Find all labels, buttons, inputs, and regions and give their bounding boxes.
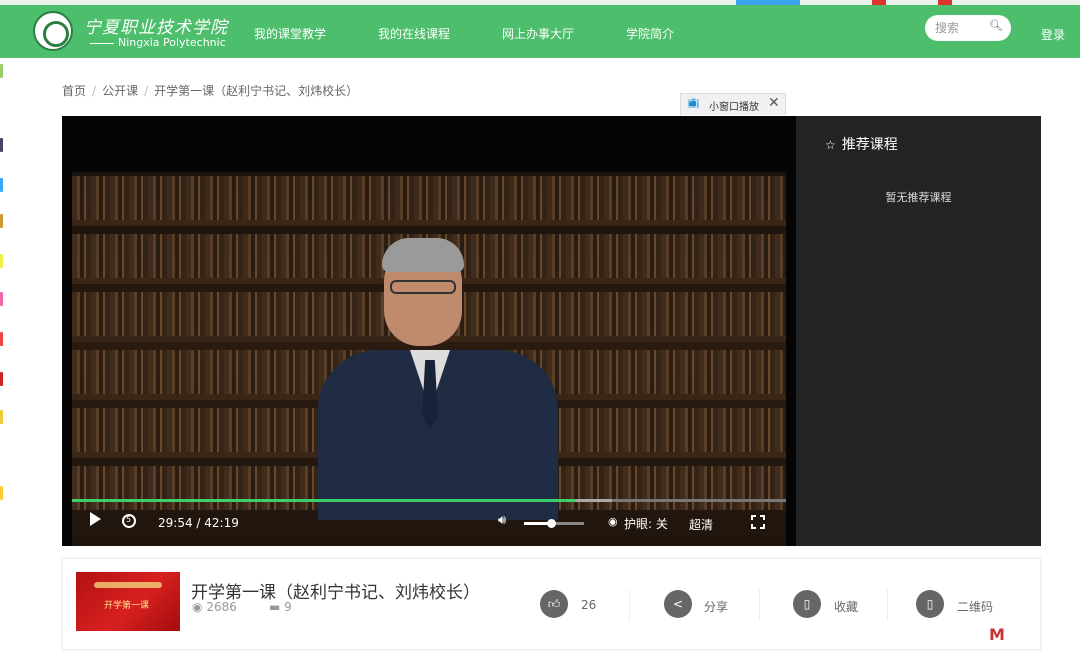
video-frame[interactable]: [72, 172, 786, 546]
like-button[interactable]: 👍︎: [540, 590, 568, 618]
breadcrumb-separator: /: [144, 84, 149, 98]
eye-icon[interactable]: ◉: [608, 515, 618, 528]
share-label[interactable]: 分享: [704, 598, 728, 615]
brand-logo-icon: M: [989, 625, 1005, 644]
breadcrumb-separator: /: [92, 84, 97, 98]
comment-count-value: 9: [284, 600, 292, 614]
eye-icon: ◉: [192, 600, 203, 614]
eye-protection-toggle[interactable]: 护眼: 关: [624, 515, 668, 532]
recommended-empty-text: 暂无推荐课程: [885, 191, 952, 204]
qrcode-label[interactable]: 二维码: [957, 598, 993, 615]
search-box: 🔍︎: [925, 15, 1011, 41]
recommended-courses-panel: ☆ 推荐课程 暂无推荐课程: [796, 116, 1041, 546]
progress-played: [72, 499, 577, 502]
tv-icon: 📺︎: [687, 98, 700, 109]
fullscreen-icon[interactable]: [751, 515, 765, 529]
thumbnail-caption: 开学第一课: [104, 601, 150, 611]
nav-item-classroom[interactable]: 我的课堂教学: [254, 25, 326, 42]
divider: [759, 589, 760, 621]
favorite-label[interactable]: 收藏: [834, 598, 858, 615]
search-icon[interactable]: 🔍︎: [989, 19, 1003, 32]
left-edge-decoration: [0, 58, 3, 652]
play-icon[interactable]: [90, 512, 101, 526]
breadcrumb-section[interactable]: 公开课: [102, 84, 138, 98]
qrcode-button[interactable]: ▯: [916, 590, 944, 618]
volume-knob[interactable]: [547, 519, 556, 528]
browser-tab-strip: [0, 0, 1080, 5]
rewind-icon[interactable]: [122, 514, 136, 528]
course-thumbnail[interactable]: 开学第一课: [76, 572, 180, 631]
search-input[interactable]: [935, 19, 985, 37]
like-count: 26: [581, 598, 597, 612]
progress-bar[interactable]: [72, 499, 786, 502]
course-info-bar: 开学第一课 开学第一课（赵利宁书记、刘炜校长） ◉ 2686 ▬ 9 👍︎ 26…: [62, 558, 1041, 650]
volume-slider[interactable]: [524, 519, 584, 528]
share-button[interactable]: <: [664, 590, 692, 618]
nav-item-about[interactable]: 学院简介: [626, 25, 674, 42]
login-link[interactable]: 登录: [1041, 26, 1065, 43]
divider: [629, 589, 630, 621]
quality-selector[interactable]: 超清: [689, 516, 713, 533]
recommended-title-text: 推荐课程: [841, 137, 898, 153]
volume-icon[interactable]: 🔊︎: [498, 513, 506, 528]
time-display: 29:54 / 42:19: [158, 516, 239, 530]
close-icon[interactable]: ✕: [768, 95, 780, 111]
nav-item-service-hall[interactable]: 网上办事大厅: [502, 25, 574, 42]
comment-icon: ▬: [269, 600, 281, 614]
favorite-button[interactable]: ▯: [793, 590, 821, 618]
breadcrumb-current: 开学第一课（赵利宁书记、刘炜校长）: [154, 84, 359, 98]
speaker-figure: [318, 238, 558, 520]
video-player[interactable]: 29:54 / 42:19 🔊︎ ◉ 护眼: 关 超清: [62, 116, 796, 546]
view-count-value: 2686: [206, 600, 237, 614]
star-icon: ☆: [825, 138, 836, 152]
comment-count: ▬ 9: [269, 600, 292, 614]
school-logo[interactable]: [33, 11, 73, 51]
recommended-title: ☆ 推荐课程: [825, 134, 898, 154]
mini-window-toggle[interactable]: 📺︎ 小窗口播放 ✕: [680, 93, 786, 115]
school-name-en: Ningxia Polytechnic: [90, 36, 226, 49]
view-count: ◉ 2686: [192, 600, 237, 614]
mini-window-label: 小窗口播放: [709, 102, 759, 113]
breadcrumb-home[interactable]: 首页: [62, 84, 86, 98]
school-name-cn: 宁夏职业技术学院: [84, 18, 228, 38]
top-navigation-bar: 宁夏职业技术学院 Ningxia Polytechnic 我的课堂教学 我的在线…: [0, 0, 1080, 58]
breadcrumb: 首页 / 公开课 / 开学第一课（赵利宁书记、刘炜校长）: [62, 82, 358, 99]
divider: [887, 589, 888, 621]
nav-item-online-courses[interactable]: 我的在线课程: [378, 25, 450, 42]
